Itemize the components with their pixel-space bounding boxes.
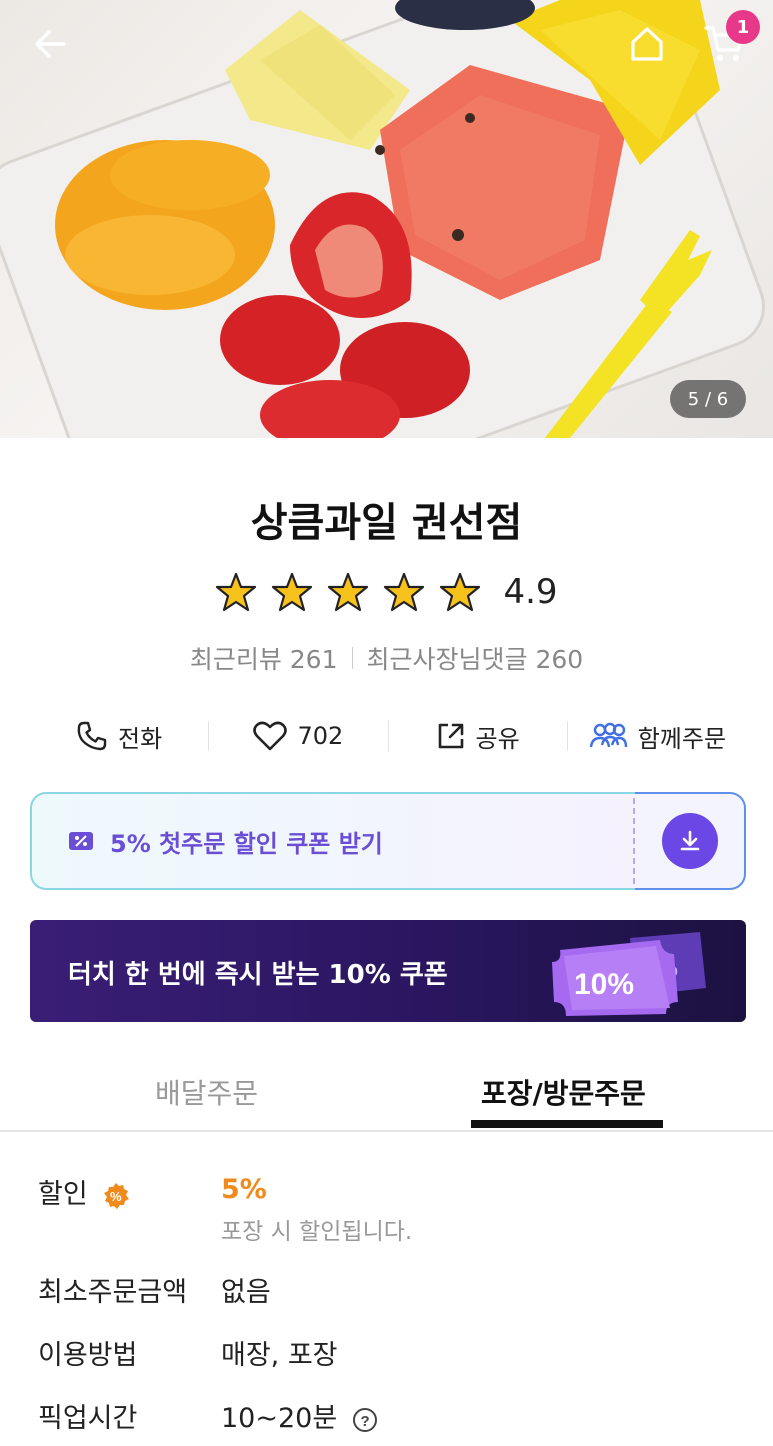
percent-badge-icon: % <box>104 1182 130 1209</box>
photo-counter: 5 / 6 <box>670 380 746 418</box>
order-type-tabs: 배달주문 포장/방문주문 <box>0 1060 773 1132</box>
pickup-time-row: 10~20분 ? <box>221 1396 378 1435</box>
recent-review-count[interactable]: 최근리뷰 261 <box>190 640 338 676</box>
home-icon <box>631 27 663 61</box>
tab-pickup[interactable]: 포장/방문주문 <box>481 1072 646 1112</box>
min-order-label: 최소주문금액 <box>38 1277 188 1308</box>
group-order-label: 함께주문 <box>637 724 727 753</box>
discount-value: 5% <box>221 1174 267 1205</box>
min-order-value: 없음 <box>221 1277 271 1308</box>
coupon-download-area[interactable] <box>635 792 746 890</box>
star-icon <box>272 572 313 612</box>
home-button[interactable] <box>619 16 675 72</box>
active-tab-indicator <box>471 1120 663 1128</box>
call-button[interactable]: 전화 <box>30 719 208 754</box>
discount-label: 할인 % <box>38 1172 130 1211</box>
download-icon <box>680 830 699 851</box>
coupon-icon <box>69 832 93 850</box>
rating-row[interactable]: 4.9 <box>0 568 773 616</box>
usage-value: 매장, 포장 <box>221 1340 338 1371</box>
favorite-count: 702 <box>297 722 344 750</box>
ticket-label: 10% <box>574 968 634 1001</box>
action-bar: 전화 702 공유 함께주문 <box>30 712 746 760</box>
first-order-coupon[interactable]: 5% 첫주문 할인 쿠폰 받기 <box>30 792 746 890</box>
tab-delivery[interactable]: 배달주문 <box>155 1072 258 1112</box>
banner-text: 터치 한 번에 즉시 받는 10% 쿠폰 <box>68 960 448 990</box>
rating-value: 4.9 <box>503 572 558 612</box>
call-label: 전화 <box>118 724 163 753</box>
coupon-label: 5% 첫주문 할인 쿠폰 받기 <box>110 829 383 858</box>
discount-label-text: 할인 <box>38 1179 88 1210</box>
arrow-left-icon <box>35 30 66 58</box>
divider <box>351 647 353 669</box>
discount-note: 포장 시 할인됩니다. <box>221 1219 413 1245</box>
back-button[interactable] <box>22 16 78 72</box>
pickup-time-value: 10~20분 <box>221 1403 338 1434</box>
phone-icon <box>77 721 107 751</box>
coupon-body[interactable]: 5% 첫주문 할인 쿠폰 받기 <box>30 792 635 890</box>
group-order-button[interactable]: 함께주문 <box>568 719 746 754</box>
star-icon <box>328 572 369 612</box>
help-icon[interactable]: ? <box>352 1407 378 1433</box>
store-photo-carousel[interactable]: 1 5 / 6 <box>0 0 773 438</box>
cart-count-badge: 1 <box>726 10 760 44</box>
favorite-button[interactable]: 702 <box>209 720 387 752</box>
instant-coupon-banner[interactable]: 터치 한 번에 즉시 받는 10% 쿠폰 % 10% <box>30 920 746 1022</box>
review-summary[interactable]: 최근리뷰 261 최근사장님댓글 260 <box>0 640 773 676</box>
store-name: 상큼과일 권선점 <box>250 500 523 546</box>
share-icon <box>438 723 463 749</box>
star-icon <box>216 572 257 612</box>
star-rating <box>215 572 481 612</box>
group-icon <box>589 722 627 748</box>
ticket-graphic: % 10% <box>552 932 706 1016</box>
share-label: 공유 <box>475 724 520 753</box>
coupon-download-button[interactable] <box>661 813 718 869</box>
share-button[interactable]: 공유 <box>389 719 567 754</box>
svg-text:%: % <box>110 1189 122 1204</box>
owner-reply-count[interactable]: 최근사장님댓글 260 <box>367 640 584 676</box>
heart-icon <box>253 721 288 751</box>
star-icon <box>440 572 481 612</box>
svg-text:?: ? <box>360 1413 369 1430</box>
usage-label: 이용방법 <box>38 1340 138 1371</box>
pickup-time-label: 픽업시간 <box>38 1403 138 1434</box>
star-icon <box>384 572 425 612</box>
